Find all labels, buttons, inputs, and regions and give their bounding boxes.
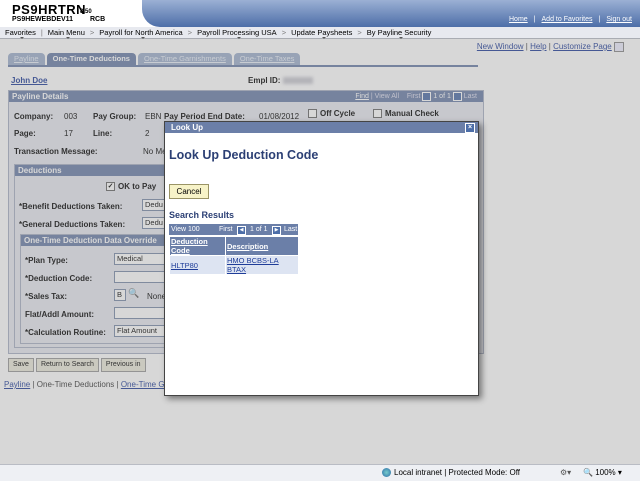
results-count: 1 of 1	[250, 226, 268, 233]
search-results-nav: View 100 First ◀ 1 of 1 ▶ Last	[169, 224, 298, 235]
add-to-favorites-link[interactable]: Add to Favorites	[542, 16, 593, 23]
next-page-icon[interactable]: ▶	[272, 226, 281, 235]
cancel-button[interactable]: Cancel	[169, 184, 209, 199]
app-version: 8.50	[80, 9, 92, 15]
table-row: HLTP80 HMO BCBS-LA BTAX	[169, 255, 299, 275]
first-link: First	[219, 226, 233, 233]
app-header: PS9HRTRN 8.50 PS9HEWEBDEV11 RCB Home | Ad…	[0, 0, 640, 27]
description-cell[interactable]: HMO BCBS-LA BTAX	[225, 255, 299, 275]
database-name: PS9HEWEBDEV11	[12, 16, 74, 23]
top-links: Home | Add to Favorites | Sign out	[509, 16, 632, 23]
app-title: PS9HRTRN	[12, 2, 87, 17]
lookup-dialog-title: Look Up Deduction Code	[169, 148, 319, 162]
search-results-table: Deduction Code Description HLTP80 HMO BC…	[169, 236, 299, 275]
deduction-code-cell[interactable]: HLTP80	[169, 255, 226, 275]
menu-update-paysheets[interactable]: Update Paysheets	[286, 28, 357, 39]
search-results-title: Search Results	[169, 210, 235, 220]
view-100-link[interactable]: View 100	[171, 224, 200, 235]
last-link: Last	[284, 226, 298, 233]
menu-payroll-processing-usa[interactable]: Payroll Processing USA	[192, 28, 282, 39]
lookup-dialog-header: Look Up ×	[165, 122, 478, 133]
prev-page-icon[interactable]: ◀	[237, 226, 246, 235]
menu-favorites[interactable]: Favorites	[0, 28, 41, 39]
sign-out-link[interactable]: Sign out	[606, 16, 632, 23]
security-zone: Local intranet | Protected Mode: Off	[382, 468, 520, 478]
user-name: RCB	[90, 16, 106, 23]
globe-icon	[382, 468, 391, 478]
close-icon[interactable]: ×	[465, 123, 475, 133]
zoom-control[interactable]: 🔍 100% ▾	[583, 468, 622, 477]
lookup-dialog: Look Up × Look Up Deduction Code Cancel …	[164, 121, 479, 396]
protected-mode-icon[interactable]: ⚙▾	[560, 468, 571, 477]
menu-main-menu[interactable]: Main Menu	[43, 28, 90, 39]
browser-status-bar: Local intranet | Protected Mode: Off ⚙▾ …	[0, 464, 640, 481]
column-description[interactable]: Description	[225, 236, 299, 256]
home-link[interactable]: Home	[509, 16, 528, 23]
menu-by-payline-security[interactable]: By Payline Security	[362, 28, 437, 39]
column-deduction-code[interactable]: Deduction Code	[169, 236, 226, 256]
menu-payroll-north-america[interactable]: Payroll for North America	[94, 28, 187, 39]
